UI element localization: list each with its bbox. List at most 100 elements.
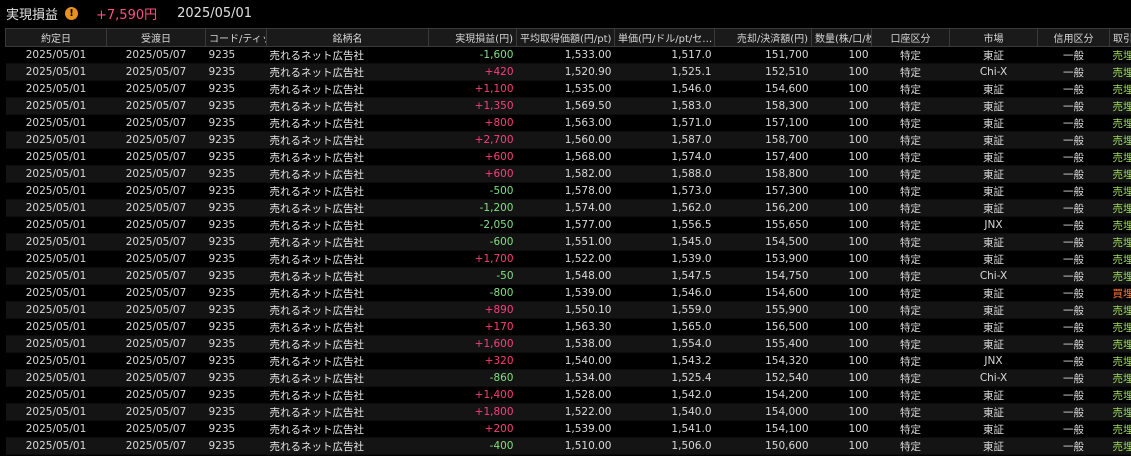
table-row[interactable]: 2025/05/01 2025/05/07 9235 売れるネット広告社 -500 1,5… — [5, 182, 1131, 200]
col-header-amount[interactable]: 売却/決済額(円) — [714, 28, 812, 47]
cell-settle-date: 2025/05/07 — [106, 335, 206, 353]
cell-qty: 100 — [811, 131, 872, 149]
col-header-pnl[interactable]: 実現損益(円) — [428, 28, 517, 47]
cell-unit-price: 1,517.0 — [614, 46, 715, 64]
page-title: 実現損益 — [6, 8, 59, 23]
cell-trade-date: 2025/05/01 — [5, 233, 107, 251]
table-row[interactable]: 2025/05/01 2025/05/07 9235 売れるネット広告社 -2,050 1… — [5, 216, 1131, 234]
col-header-account[interactable]: 口座区分 — [871, 28, 950, 47]
table-row[interactable]: 2025/05/01 2025/05/07 9235 売れるネット広告社 +1,400 1… — [5, 386, 1131, 404]
cell-name: 売れるネット広告社 — [266, 369, 429, 387]
cell-unit-price: 1,571.0 — [614, 114, 715, 132]
cell-code: 9235 — [205, 420, 267, 438]
cell-amount: 154,320 — [714, 352, 812, 370]
cell-credit: 一般 — [1037, 131, 1110, 149]
cell-settle-date: 2025/05/07 — [106, 437, 206, 455]
cell-name: 売れるネット広告社 — [266, 97, 429, 115]
cell-unit-price: 1,543.2 — [614, 352, 715, 370]
table-row[interactable]: 2025/05/01 2025/05/07 9235 売れるネット広告社 -800 1,5… — [5, 284, 1131, 302]
cell-trade-date: 2025/05/01 — [5, 165, 107, 183]
cell-unit-price: 1,559.0 — [614, 301, 715, 319]
cell-settle-date: 2025/05/07 — [106, 386, 206, 404]
cell-trade-date: 2025/05/01 — [5, 284, 107, 302]
cell-avg-price: 1,551.00 — [516, 233, 615, 251]
cell-account: 特定 — [871, 182, 950, 200]
table-row[interactable]: 2025/05/01 2025/05/07 9235 売れるネット広告社 -400 1,5… — [5, 437, 1131, 455]
cell-pnl: +200 — [428, 420, 517, 438]
cell-market: 東証 — [949, 46, 1038, 64]
cell-trade-date: 2025/05/01 — [5, 46, 107, 64]
table-row[interactable]: 2025/05/01 2025/05/07 9235 売れるネット広告社 +890 1,5… — [5, 301, 1131, 319]
cell-code: 9235 — [205, 131, 267, 149]
cell-unit-price: 1,546.0 — [614, 284, 715, 302]
cell-trade-date: 2025/05/01 — [5, 148, 107, 166]
cell-account: 特定 — [871, 233, 950, 251]
col-header-avg-price[interactable]: 平均取得価額(円/pt) — [516, 28, 615, 47]
cell-qty: 100 — [811, 318, 872, 336]
cell-pnl: +600 — [428, 148, 517, 166]
cell-code: 9235 — [205, 318, 267, 336]
cell-trade: 売埋 — [1109, 335, 1131, 353]
table-row[interactable]: 2025/05/01 2025/05/07 9235 売れるネット広告社 +170 1,5… — [5, 318, 1131, 336]
cell-name: 売れるネット広告社 — [266, 318, 429, 336]
col-header-qty[interactable]: 数量(株/口/枚) — [811, 28, 872, 47]
table-row[interactable]: 2025/05/01 2025/05/07 9235 売れるネット広告社 +600 1,5… — [5, 148, 1131, 166]
cell-name: 売れるネット広告社 — [266, 114, 429, 132]
col-header-credit[interactable]: 信用区分 — [1037, 28, 1110, 47]
cell-trade-date: 2025/05/01 — [5, 437, 107, 455]
table-header-row: 約定日 受渡日 コード/ティッ… 銘柄名 実現損益(円) 平均取得価額(円/pt… — [5, 28, 1131, 47]
table-row[interactable]: 2025/05/01 2025/05/07 9235 売れるネット広告社 +200 1,5… — [5, 420, 1131, 438]
table-row[interactable]: 2025/05/01 2025/05/07 9235 売れるネット広告社 +420 1,5… — [5, 63, 1131, 81]
table-row[interactable]: 2025/05/01 2025/05/07 9235 売れるネット広告社 -860 1,5… — [5, 369, 1131, 387]
cell-credit: 一般 — [1037, 216, 1110, 234]
cell-unit-price: 1,545.0 — [614, 233, 715, 251]
cell-market: 東証 — [949, 403, 1038, 421]
table-row[interactable]: 2025/05/01 2025/05/07 9235 売れるネット広告社 +2,700 1… — [5, 131, 1131, 149]
cell-qty: 100 — [811, 114, 872, 132]
cell-settle-date: 2025/05/07 — [106, 233, 206, 251]
col-header-market[interactable]: 市場 — [949, 28, 1038, 47]
table-row[interactable]: 2025/05/01 2025/05/07 9235 売れるネット広告社 +800 1,5… — [5, 114, 1131, 132]
cell-amount: 156,500 — [714, 318, 812, 336]
table-row[interactable]: 2025/05/01 2025/05/07 9235 売れるネット広告社 -50 1,54… — [5, 267, 1131, 285]
cell-trade: 売埋 — [1109, 46, 1131, 64]
col-header-code[interactable]: コード/ティッ… — [205, 28, 267, 47]
cell-code: 9235 — [205, 403, 267, 421]
cell-settle-date: 2025/05/07 — [106, 250, 206, 268]
cell-trade: 買埋 — [1109, 284, 1131, 302]
col-header-trade-date[interactable]: 約定日 — [5, 28, 107, 47]
cell-pnl: +1,800 — [428, 403, 517, 421]
table-row[interactable]: 2025/05/01 2025/05/07 9235 売れるネット広告社 +600 1,5… — [5, 165, 1131, 183]
cell-credit: 一般 — [1037, 80, 1110, 98]
cell-qty: 100 — [811, 63, 872, 81]
cell-name: 売れるネット広告社 — [266, 63, 429, 81]
cell-code: 9235 — [205, 148, 267, 166]
cell-settle-date: 2025/05/07 — [106, 352, 206, 370]
table-row[interactable]: 2025/05/01 2025/05/07 9235 売れるネット広告社 -600 1,5… — [5, 233, 1131, 251]
table-row[interactable]: 2025/05/01 2025/05/07 9235 売れるネット広告社 +1,100 1… — [5, 80, 1131, 98]
table-row[interactable]: 2025/05/01 2025/05/07 9235 売れるネット広告社 -1,600 1… — [5, 46, 1131, 64]
table-row[interactable]: 2025/05/01 2025/05/07 9235 売れるネット広告社 +320 1,5… — [5, 352, 1131, 370]
cell-unit-price: 1,573.0 — [614, 182, 715, 200]
table-row[interactable]: 2025/05/01 2025/05/07 9235 売れるネット広告社 -1,200 1… — [5, 199, 1131, 217]
cell-qty: 100 — [811, 437, 872, 455]
table-row[interactable]: 2025/05/01 2025/05/07 9235 売れるネット広告社 +1,350 1… — [5, 97, 1131, 115]
cell-qty: 100 — [811, 267, 872, 285]
col-header-trade[interactable]: 取引 — [1109, 28, 1131, 47]
cell-credit: 一般 — [1037, 199, 1110, 217]
col-header-unit-price[interactable]: 単価(円/ドル/pt/セ… — [614, 28, 715, 47]
cell-settle-date: 2025/05/07 — [106, 420, 206, 438]
cell-amount: 157,300 — [714, 182, 812, 200]
cell-trade-date: 2025/05/01 — [5, 250, 107, 268]
table-row[interactable]: 2025/05/01 2025/05/07 9235 売れるネット広告社 +1,600 1… — [5, 335, 1131, 353]
cell-settle-date: 2025/05/07 — [106, 80, 206, 98]
table-row[interactable]: 2025/05/01 2025/05/07 9235 売れるネット広告社 +1,700 1… — [5, 250, 1131, 268]
warning-icon[interactable]: ! — [65, 7, 79, 20]
col-header-settle-date[interactable]: 受渡日 — [106, 28, 206, 47]
cell-pnl: +170 — [428, 318, 517, 336]
table-row[interactable]: 2025/05/01 2025/05/07 9235 売れるネット広告社 +1,800 1… — [5, 403, 1131, 421]
col-header-name[interactable]: 銘柄名 — [266, 28, 429, 47]
cell-amount: 150,600 — [714, 437, 812, 455]
cell-qty: 100 — [811, 386, 872, 404]
cell-trade-date: 2025/05/01 — [5, 301, 107, 319]
